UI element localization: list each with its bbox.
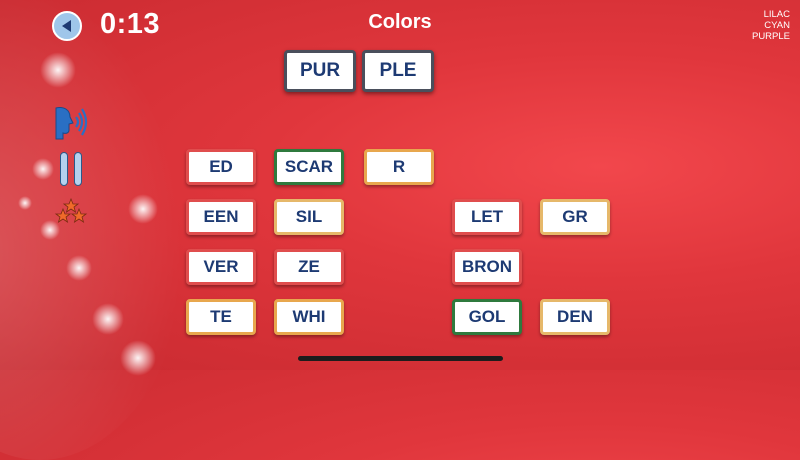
speaker-button[interactable] xyxy=(52,102,92,142)
letter-tile[interactable]: SCAR xyxy=(274,149,344,185)
letter-tile[interactable]: SIL xyxy=(274,199,344,235)
letter-tile[interactable]: BRON xyxy=(452,249,522,285)
hint-word: PURPLE xyxy=(751,31,790,42)
home-indicator[interactable] xyxy=(298,356,503,361)
letter-tile[interactable]: VER xyxy=(186,249,256,285)
speaker-icon xyxy=(55,107,88,140)
answer-tile[interactable]: PLE xyxy=(362,50,434,92)
letter-tile[interactable]: LET xyxy=(452,199,522,235)
letter-tile[interactable]: EEN xyxy=(186,199,256,235)
letter-tile[interactable]: ED xyxy=(186,149,256,185)
letter-tile[interactable]: GOL xyxy=(452,299,522,335)
letter-tile[interactable]: ZE xyxy=(274,249,344,285)
hint-word-list: LILAC CYAN PURPLE xyxy=(752,9,790,42)
answer-tile[interactable]: PUR xyxy=(284,50,356,92)
pause-button[interactable] xyxy=(59,152,85,188)
letter-tile[interactable]: GR xyxy=(540,199,610,235)
letter-tile[interactable]: WHI xyxy=(274,299,344,335)
letter-tile[interactable]: DEN xyxy=(540,299,610,335)
category-title: Colors xyxy=(368,11,432,33)
stars-icon xyxy=(54,197,88,223)
stars-button[interactable] xyxy=(54,197,90,224)
letter-tile[interactable]: TE xyxy=(186,299,256,335)
hint-word: LILAC xyxy=(763,9,790,20)
hint-word: CYAN xyxy=(764,20,790,31)
pause-icon xyxy=(74,152,82,186)
pause-icon xyxy=(60,152,68,186)
letter-tile[interactable]: R xyxy=(364,149,434,185)
